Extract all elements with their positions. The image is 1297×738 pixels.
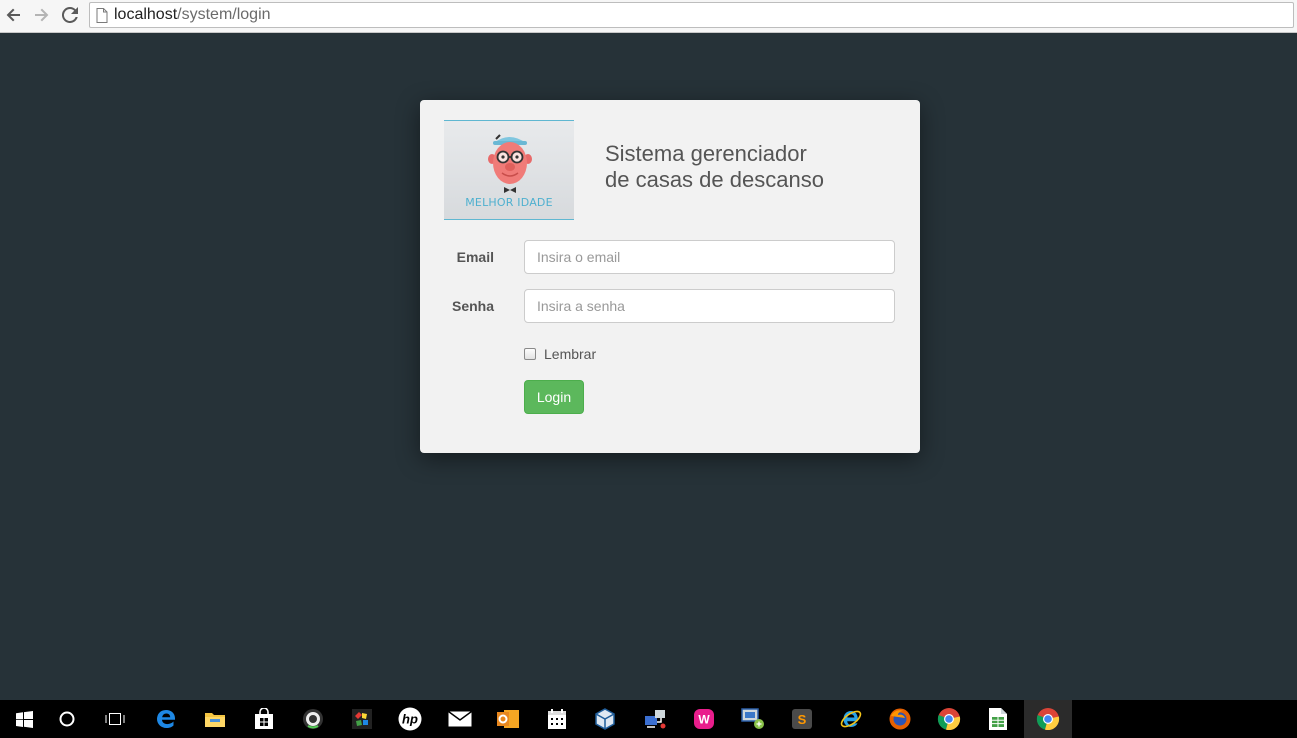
wamp-button[interactable]: W: [680, 700, 728, 738]
virtualbox-button[interactable]: [581, 700, 629, 738]
outlook-button[interactable]: [484, 700, 532, 738]
file-explorer-icon: [205, 713, 225, 727]
color-app-button[interactable]: [338, 700, 386, 738]
remote-desktop-icon: [741, 708, 764, 729]
reload-icon: [62, 7, 78, 23]
app-title: Sistema gerenciador de casas de descanso: [605, 141, 824, 193]
hp-button[interactable]: hp: [386, 700, 434, 738]
password-field[interactable]: [524, 289, 895, 323]
password-label: Senha: [451, 298, 494, 314]
remember-me[interactable]: Lembrar: [524, 346, 596, 362]
edge-button[interactable]: [142, 700, 190, 738]
login-button[interactable]: Login: [524, 380, 584, 414]
firefox-icon: [889, 708, 911, 730]
sublime-text-icon: S: [792, 709, 812, 729]
internet-explorer-button[interactable]: [827, 700, 875, 738]
windows-start-icon: [15, 710, 33, 728]
calendar-button[interactable]: [533, 700, 581, 738]
address-bar[interactable]: localhost/system/login: [89, 2, 1294, 28]
forward-arrow-icon: [35, 8, 49, 22]
camera-app-button[interactable]: [289, 700, 337, 738]
svg-text:S: S: [798, 712, 807, 727]
wamp-icon: W: [694, 709, 714, 729]
file-explorer-button[interactable]: [191, 700, 239, 738]
camera-app-icon: [303, 709, 323, 729]
internet-explorer-icon: [840, 710, 862, 728]
app-title-line1: Sistema gerenciador: [605, 141, 807, 166]
back-arrow-icon: [6, 8, 20, 22]
spreadsheet-icon: [989, 708, 1007, 730]
url-path: /system/login: [177, 6, 271, 23]
store-icon: [255, 708, 273, 729]
color-app-icon: [352, 709, 372, 729]
svg-text:W: W: [698, 713, 710, 727]
url-text: localhost/system/login: [114, 6, 271, 24]
cortana-button[interactable]: [43, 700, 91, 738]
forward-button[interactable]: [29, 4, 53, 26]
chrome-button[interactable]: [925, 700, 973, 738]
cortana-icon: [59, 711, 75, 727]
mail-icon: [448, 711, 472, 727]
windows-start-button[interactable]: [0, 700, 48, 738]
taskbar: hp W S: [0, 700, 1297, 738]
chrome-active-icon: [1036, 708, 1060, 731]
calendar-icon: [548, 709, 566, 729]
email-field[interactable]: [524, 240, 895, 274]
virtualbox-icon: [595, 708, 615, 730]
elder-mascot-icon: [488, 134, 532, 193]
task-view-button[interactable]: [91, 700, 139, 738]
remember-checkbox[interactable]: [524, 348, 536, 360]
remote-desktop-button[interactable]: [729, 700, 777, 738]
network-app-icon: [645, 710, 666, 729]
logo-text: MELHOR IDADE: [465, 196, 553, 209]
remember-label: Lembrar: [544, 346, 597, 362]
reload-button[interactable]: [58, 4, 82, 26]
spreadsheet-button[interactable]: [974, 700, 1022, 738]
firefox-button[interactable]: [876, 700, 924, 738]
logo: MELHOR IDADE: [444, 120, 574, 220]
edge-icon: [157, 710, 175, 728]
browser-toolbar: localhost/system/login: [0, 0, 1297, 33]
page-icon: [96, 7, 108, 23]
app-title-line2: de casas de descanso: [605, 167, 824, 192]
svg-text:hp: hp: [402, 712, 418, 727]
back-button[interactable]: [2, 4, 26, 26]
task-view-icon: [105, 713, 125, 725]
store-button[interactable]: [240, 700, 288, 738]
mail-button[interactable]: [436, 700, 484, 738]
outlook-icon: [497, 710, 519, 728]
hp-icon: hp: [398, 707, 422, 731]
url-host: localhost: [114, 6, 178, 23]
chrome-active-button[interactable]: [1024, 700, 1072, 738]
email-label: Email: [456, 249, 494, 265]
sublime-text-button[interactable]: S: [778, 700, 826, 738]
login-card: MELHOR IDADE Sistema gerenciador de casa…: [420, 100, 920, 453]
chrome-icon: [937, 708, 961, 731]
network-app-button[interactable]: [631, 700, 679, 738]
